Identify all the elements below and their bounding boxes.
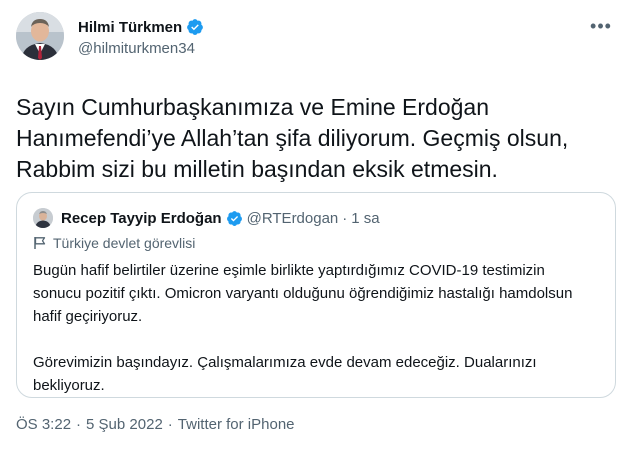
quoted-tweet-header: Recep Tayyip Erdoğan @RTErdogan · 1 sa [33, 207, 380, 229]
quoted-author-avatar[interactable] [33, 208, 53, 228]
person-photo-icon [33, 208, 53, 228]
tweet-metadata: ÖS 3:22 · 5 Şub 2022 · Twitter for iPhon… [16, 416, 295, 433]
separator-dot: · [342, 209, 348, 227]
person-photo-icon [16, 12, 64, 60]
tweet-text: Sayın Cumhurbaşkanımıza ve Emine Erdoğan… [16, 94, 569, 182]
separator-dot: · [76, 416, 82, 433]
quoted-author-handle[interactable]: @RTErdogan [247, 210, 339, 227]
quoted-author-name[interactable]: Recep Tayyip Erdoğan [61, 210, 222, 227]
author-names: Hilmi Türkmen @hilmiturkmen34 [78, 16, 204, 57]
verified-badge-icon [187, 19, 204, 35]
author-handle[interactable]: @hilmiturkmen34 [78, 40, 204, 57]
government-label-text: Türkiye devlet görevlisi [53, 235, 196, 251]
verified-badge-icon [226, 210, 242, 226]
more-dots-icon: ••• [590, 16, 612, 36]
tweet-author-header: Hilmi Türkmen @hilmiturkmen34 ••• [16, 12, 614, 76]
more-options-button[interactable]: ••• [590, 17, 612, 40]
tweet-time[interactable]: ÖS 3:22 [16, 416, 71, 433]
quoted-tweet-text: Bugün hafif belirtiler üzerine eşimle bi… [33, 262, 573, 394]
separator-dot: · [167, 416, 173, 433]
author-avatar[interactable] [16, 12, 64, 60]
author-name[interactable]: Hilmi Türkmen [78, 19, 182, 36]
tweet-date[interactable]: 5 Şub 2022 [86, 416, 163, 433]
quoted-tweet-time[interactable]: 1 sa [351, 210, 379, 227]
flag-icon [34, 237, 46, 249]
quoted-tweet[interactable]: Recep Tayyip Erdoğan @RTErdogan · 1 sa T… [16, 192, 616, 398]
government-label: Türkiye devlet görevlisi [33, 233, 195, 253]
tweet-source[interactable]: Twitter for iPhone [178, 416, 295, 433]
